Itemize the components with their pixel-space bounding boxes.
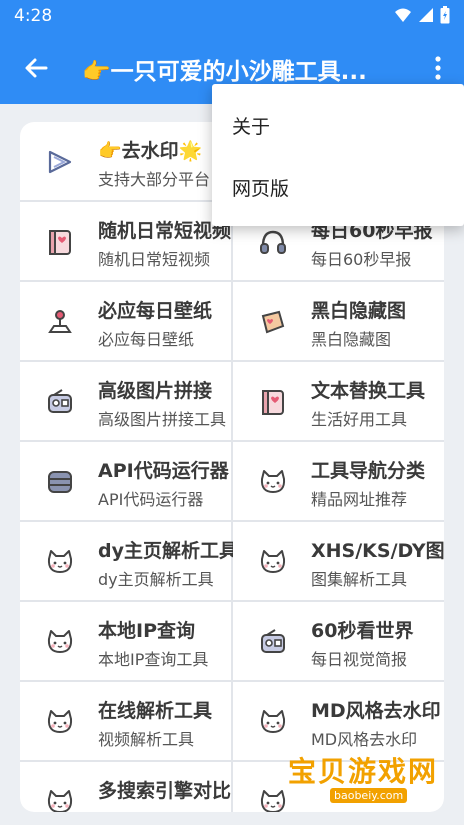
menu-item-web-version[interactable]: 网页版 — [232, 174, 289, 201]
server-icon — [48, 471, 72, 493]
tool-title: 高级图片拼接 — [98, 380, 213, 402]
watermark-url: baobeiy.com — [330, 788, 408, 803]
tool-title: 工具导航分类 — [311, 460, 426, 482]
overflow-menu: 关于 网页版 — [212, 84, 464, 226]
tool-card[interactable]: 60秒看世界 每日视觉简报 — [233, 602, 444, 680]
tool-title: 多搜索引擎对比 — [98, 780, 232, 802]
tool-subtitle: dy主页解析工具 — [98, 570, 214, 589]
tool-card[interactable]: 在线解析工具 视频解析工具 — [20, 682, 231, 760]
tool-subtitle: 随机日常短视频 — [98, 250, 211, 269]
back-arrow-icon[interactable] — [20, 52, 52, 84]
tool-title: 必应每日壁纸 — [98, 300, 213, 322]
cat-icon — [47, 550, 73, 573]
cat-icon — [260, 470, 286, 493]
tool-title: MD风格去水印 — [311, 700, 441, 722]
page-title: 👉一只可爱的小沙雕工具... — [82, 59, 367, 85]
signal-icon — [419, 8, 433, 22]
tool-subtitle: 精品网址推荐 — [311, 490, 408, 509]
tool-title: 本地IP查询 — [98, 620, 195, 642]
headphones-icon — [260, 230, 286, 254]
status-bar: 4:28 — [0, 0, 464, 32]
cat-icon — [260, 710, 286, 733]
tool-title: 在线解析工具 — [98, 700, 213, 722]
wifi-icon — [395, 8, 411, 22]
tool-card[interactable]: dy主页解析工具 dy主页解析工具 — [20, 522, 238, 600]
status-time: 4:28 — [14, 6, 53, 26]
tool-card[interactable]: 工具导航分类 精品网址推荐 — [233, 442, 444, 520]
tool-title: 文本替换工具 — [311, 380, 426, 402]
tool-subtitle: 必应每日壁纸 — [98, 330, 195, 349]
cat-icon — [47, 630, 73, 653]
more-vert-icon[interactable] — [426, 54, 450, 82]
tool-card[interactable]: 随机日常短视频 随机日常短视频 — [20, 202, 231, 280]
tool-title: 黑白隐藏图 — [311, 300, 407, 322]
tool-subtitle: 图集解析工具 — [311, 570, 408, 589]
photo-album-icon — [262, 390, 284, 415]
cat-icon — [260, 790, 286, 812]
cat-icon — [260, 550, 286, 573]
tool-title: 60秒看世界 — [311, 620, 414, 642]
tool-card[interactable]: API代码运行器 API代码运行器 — [20, 442, 231, 520]
tool-title: XHS/KS/DY图集 — [311, 540, 444, 562]
tool-subtitle: 生活好用工具 — [311, 410, 408, 429]
tool-card[interactable]: 多搜索引擎对比 — [20, 762, 231, 812]
battery-icon — [440, 6, 450, 24]
play-arrow-icon — [48, 150, 72, 174]
cat-icon — [47, 790, 73, 812]
menu-item-about[interactable]: 关于 — [232, 112, 270, 139]
tool-subtitle: 每日60秒早报 — [311, 250, 412, 269]
tool-card[interactable]: 高级图片拼接 高级图片拼接工具 — [20, 362, 231, 440]
status-icons — [394, 6, 450, 24]
tool-card[interactable]: 必应每日壁纸 必应每日壁纸 — [20, 282, 231, 360]
photo-album-icon — [49, 230, 71, 255]
tool-subtitle: 视频解析工具 — [98, 730, 195, 749]
tool-card[interactable]: 本地IP查询 本地IP查询工具 — [20, 602, 231, 680]
tool-subtitle: 本地IP查询工具 — [98, 650, 209, 669]
watermark: 宝贝游戏网 baobeiy.com — [288, 740, 438, 810]
tool-subtitle: 高级图片拼接工具 — [98, 410, 227, 429]
tool-card[interactable]: XHS/KS/DY图集图集解析工具 — [233, 522, 444, 600]
radio-icon — [48, 389, 72, 413]
tool-card[interactable]: 黑白隐藏图 黑白隐藏图 — [233, 282, 444, 360]
tool-subtitle: 每日视觉简报 — [311, 650, 408, 669]
tool-subtitle: API代码运行器 — [98, 490, 204, 509]
tool-title: dy主页解析工具 — [98, 540, 238, 562]
joystick-icon — [48, 310, 72, 333]
scroll-icon — [261, 310, 285, 334]
radio-icon — [261, 629, 285, 653]
tool-subtitle: 黑白隐藏图 — [311, 330, 392, 349]
tool-title: API代码运行器 — [98, 460, 229, 482]
cat-icon — [47, 710, 73, 733]
watermark-text: 宝贝游戏网 — [288, 755, 439, 788]
tool-card[interactable]: 文本替换工具 生活好用工具 — [233, 362, 444, 440]
